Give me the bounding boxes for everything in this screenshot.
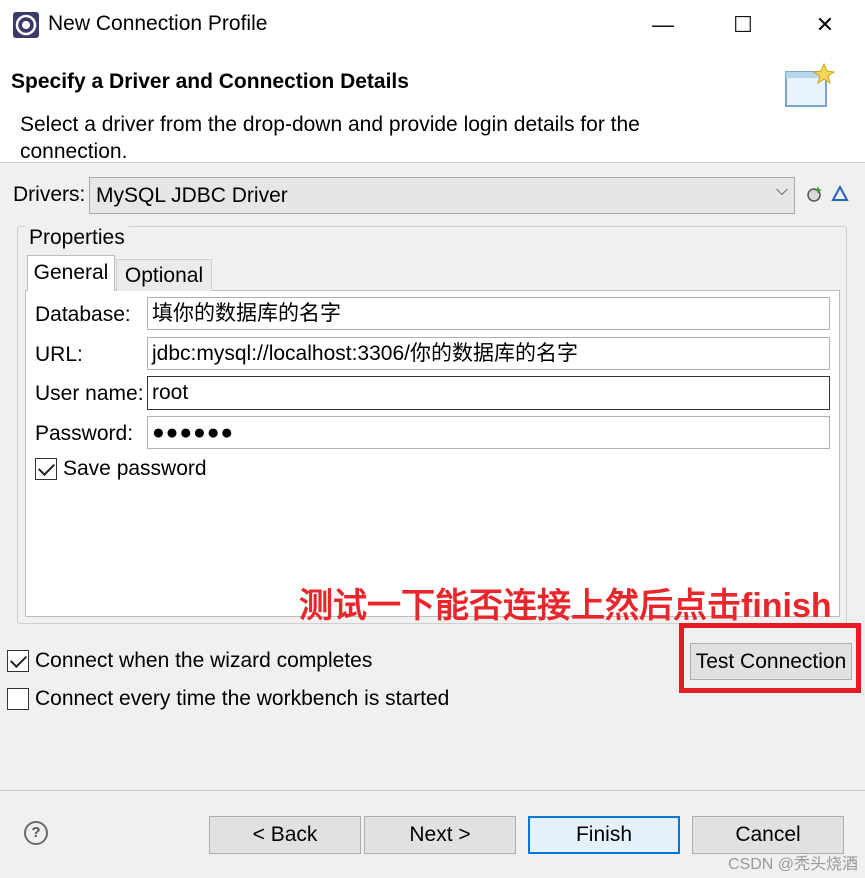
database-label: Database: bbox=[35, 303, 131, 326]
finish-button[interactable]: Finish bbox=[528, 816, 680, 854]
connect-on-complete-checkbox[interactable] bbox=[7, 650, 29, 672]
window-title: New Connection Profile bbox=[48, 12, 268, 35]
database-field[interactable]: 填你的数据库的名字 bbox=[147, 297, 830, 330]
maximize-button[interactable]: ☐ bbox=[708, 6, 778, 44]
help-icon[interactable]: ? bbox=[24, 821, 48, 845]
drivers-dropdown[interactable]: MySQL JDBC Driver ⌵ bbox=[89, 177, 795, 214]
new-driver-icon[interactable] bbox=[806, 185, 824, 203]
properties-label: Properties bbox=[25, 226, 129, 250]
footer-divider bbox=[0, 790, 865, 791]
watermark: CSDN @秃头烧酒 bbox=[728, 856, 859, 873]
tab-optional[interactable]: Optional bbox=[116, 259, 212, 291]
username-label: User name: bbox=[35, 382, 144, 405]
close-button[interactable]: ✕ bbox=[790, 6, 860, 44]
annotation-text: 测试一下能否连接上然后点击finish bbox=[299, 587, 832, 625]
highlight-box bbox=[679, 623, 861, 693]
tab-general[interactable]: General bbox=[27, 255, 115, 291]
wizard-banner-icon bbox=[785, 62, 836, 107]
url-label: URL: bbox=[35, 343, 83, 366]
minimize-button[interactable]: — bbox=[628, 6, 698, 44]
password-label: Password: bbox=[35, 422, 134, 445]
edit-driver-icon[interactable] bbox=[831, 185, 849, 203]
connect-on-startup-checkbox[interactable] bbox=[7, 688, 29, 710]
back-button[interactable]: < Back bbox=[209, 816, 361, 854]
chevron-down-icon: ⌵ bbox=[775, 182, 788, 199]
page-title: Specify a Driver and Connection Details bbox=[11, 70, 409, 93]
connect-on-startup-label: Connect every time the workbench is star… bbox=[35, 687, 450, 710]
connect-on-complete-label: Connect when the wizard completes bbox=[35, 649, 373, 672]
drivers-label: Drivers: bbox=[13, 183, 86, 206]
next-button[interactable]: Next > bbox=[364, 816, 516, 854]
cancel-button[interactable]: Cancel bbox=[692, 816, 844, 854]
save-password-checkbox[interactable] bbox=[35, 458, 57, 480]
drivers-selected-value: MySQL JDBC Driver bbox=[96, 184, 288, 207]
username-field[interactable]: root bbox=[147, 376, 830, 410]
password-field[interactable]: ●●●●●● bbox=[147, 416, 830, 449]
eclipse-icon bbox=[13, 12, 39, 38]
url-field[interactable]: jdbc:mysql://localhost:3306/你的数据库的名字 bbox=[147, 337, 830, 370]
page-description: Select a driver from the drop-down and p… bbox=[20, 113, 640, 163]
save-password-label: Save password bbox=[63, 457, 207, 480]
